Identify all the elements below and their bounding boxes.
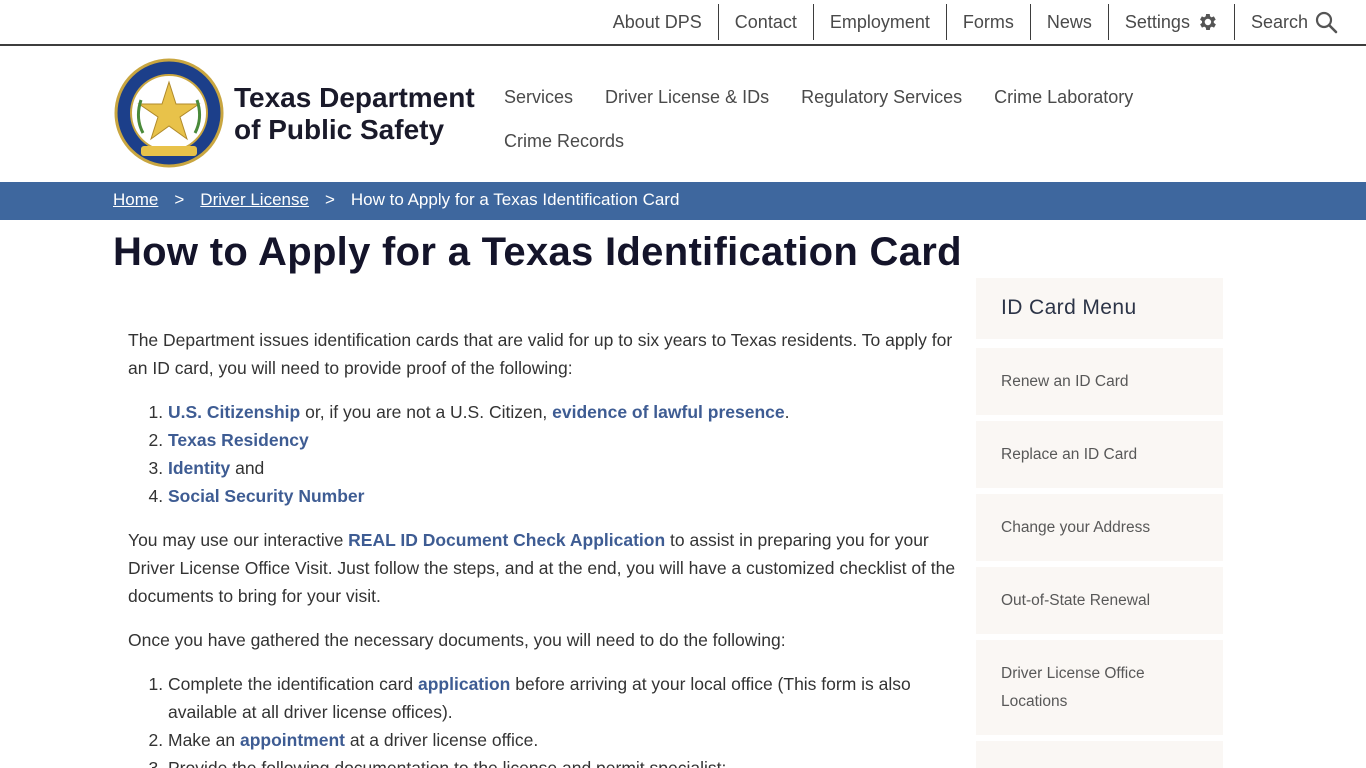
utility-link-label: Contact <box>734 11 797 32</box>
sidebar-item-replace[interactable]: Replace an ID Card <box>976 421 1223 488</box>
list-item: Texas Residency <box>168 426 958 454</box>
nav-item-crime-laboratory[interactable]: Crime Laboratory <box>994 82 1133 112</box>
utility-link-employment[interactable]: Employment <box>814 4 947 40</box>
citizenship-link[interactable]: U.S. Citizenship <box>168 402 300 422</box>
list-item: Make an appointment at a driver license … <box>168 726 958 754</box>
settings-button[interactable]: Settings <box>1109 4 1235 40</box>
utility-link-label: Employment <box>829 11 930 32</box>
breadcrumb-separator: > <box>324 190 335 209</box>
utility-link-contact[interactable]: Contact <box>719 4 814 40</box>
utility-link-news[interactable]: News <box>1031 4 1109 40</box>
lawful-presence-link[interactable]: evidence of lawful presence <box>552 402 784 422</box>
list-item-text: and <box>230 458 265 478</box>
site-header: Texas Department of Public Safety Servic… <box>0 46 1366 182</box>
breadcrumb: Home > Driver License > How to Apply for… <box>113 190 679 210</box>
sidebar-item-change-address[interactable]: Change your Address <box>976 494 1223 561</box>
nav-item-services[interactable]: Services <box>504 82 573 112</box>
nav-item-regulatory-services[interactable]: Regulatory Services <box>801 82 962 112</box>
utility-link-forms[interactable]: Forms <box>947 4 1031 40</box>
list-item: Complete the identification card applica… <box>168 670 958 726</box>
list-item: Identity and <box>168 454 958 482</box>
residency-link[interactable]: Texas Residency <box>168 430 309 450</box>
application-link[interactable]: application <box>418 674 510 694</box>
sidebar-item-renew[interactable]: Renew an ID Card <box>976 348 1223 415</box>
list-item: Social Security Number <box>168 482 958 510</box>
page-title: How to Apply for a Texas Identification … <box>113 230 962 274</box>
appointment-link[interactable]: appointment <box>240 730 345 750</box>
paragraph-text: You may use our interactive <box>128 530 349 550</box>
utility-link-label: News <box>1046 11 1092 32</box>
breadcrumb-current: How to Apply for a Texas Identification … <box>350 190 680 209</box>
realid-link[interactable]: REAL ID Document Check Application <box>348 530 665 550</box>
sidebar-item-office-locations[interactable]: Driver License Office Locations <box>976 640 1223 735</box>
list-item-text: . <box>784 402 790 422</box>
search-label: Search <box>1250 11 1308 32</box>
agency-name-line2: of Public Safety <box>234 114 445 145</box>
main-content: The Department issues identification car… <box>128 326 958 768</box>
list-item: Provide the following documentation to t… <box>168 754 958 768</box>
sidebar-item-out-of-state-renewal[interactable]: Out-of-State Renewal <box>976 567 1223 634</box>
breadcrumb-separator: > <box>174 190 185 209</box>
sidebar-item-partial[interactable] <box>976 741 1223 768</box>
list-item-text: Provide the following documentation to t… <box>168 758 727 768</box>
sidebar-heading: ID Card Menu <box>976 278 1223 342</box>
gathered-paragraph: Once you have gathered the necessary doc… <box>128 630 786 650</box>
utility-link-about[interactable]: About DPS <box>597 4 719 40</box>
utility-nav: About DPS Contact Employment Forms News … <box>597 4 1338 40</box>
intro-paragraph: The Department issues identification car… <box>128 330 953 378</box>
identity-link[interactable]: Identity <box>168 458 230 478</box>
list-item: U.S. Citizenship or, if you are not a U.… <box>168 398 958 426</box>
gear-icon <box>1199 14 1216 30</box>
ssn-link[interactable]: Social Security Number <box>168 486 364 506</box>
steps-list: Complete the identification card applica… <box>168 670 958 768</box>
realid-paragraph: You may use our interactive REAL ID Docu… <box>128 526 958 610</box>
list-item-text: Make an <box>168 730 240 750</box>
id-card-sidebar: ID Card Menu Renew an ID Card Replace an… <box>976 278 1223 768</box>
nav-item-crime-records[interactable]: Crime Records <box>504 126 624 156</box>
main-nav: Services Driver License & IDs Regulatory… <box>504 82 1184 170</box>
settings-label: Settings <box>1124 11 1190 32</box>
list-item-text: Complete the identification card <box>168 674 418 694</box>
search-icon <box>1315 11 1338 34</box>
nav-item-driver-license[interactable]: Driver License & IDs <box>605 82 769 112</box>
utility-link-label: About DPS <box>612 11 702 32</box>
list-item-text: at a driver license office. <box>344 730 539 750</box>
search-button[interactable]: Search <box>1235 4 1338 40</box>
utility-bar: About DPS Contact Employment Forms News … <box>0 0 1366 46</box>
utility-link-label: Forms <box>962 11 1014 32</box>
breadcrumb-bar: Home > Driver License > How to Apply for… <box>0 182 1366 220</box>
list-item-text: or, if you are not a U.S. Citizen, <box>300 402 553 422</box>
dps-seal-logo[interactable] <box>113 58 225 168</box>
agency-name[interactable]: Texas Department of Public Safety <box>234 82 475 146</box>
breadcrumb-home[interactable]: Home <box>113 190 158 210</box>
proof-list: U.S. Citizenship or, if you are not a U.… <box>168 398 958 510</box>
agency-name-line1: Texas Department <box>234 82 475 113</box>
breadcrumb-driver-license[interactable]: Driver License <box>200 190 309 210</box>
